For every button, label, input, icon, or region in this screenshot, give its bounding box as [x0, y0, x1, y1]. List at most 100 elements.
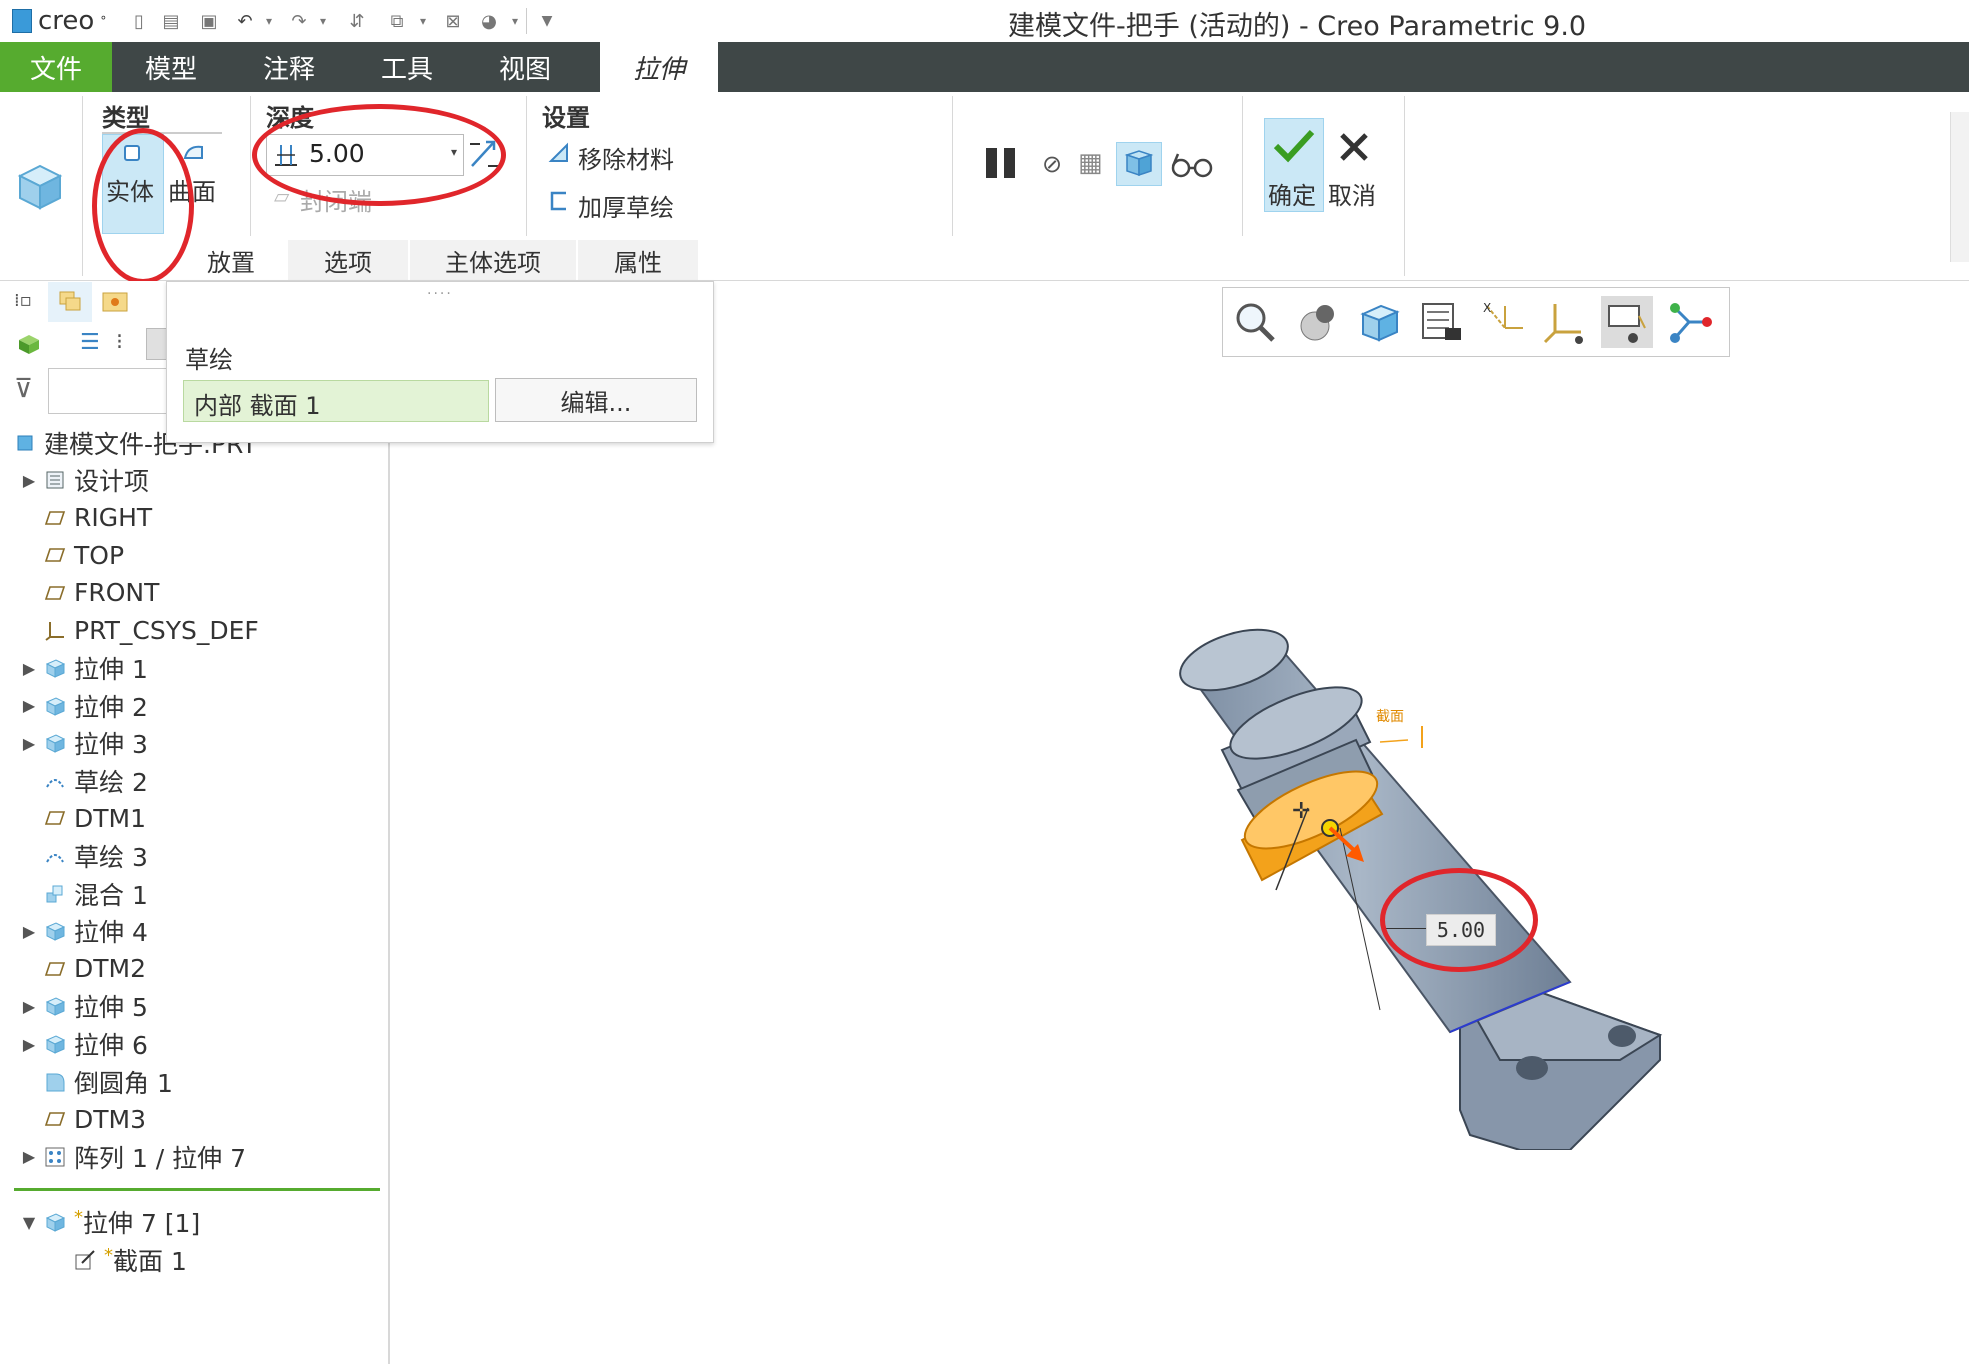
customize-toolbar-icon[interactable]: ▼ — [534, 8, 560, 34]
remove-material-icon[interactable] — [548, 142, 572, 168]
expand-icon[interactable]: ▶ — [20, 1147, 38, 1166]
attached-preview-icon[interactable]: ▦ — [1078, 148, 1103, 178]
pause-icon[interactable] — [984, 146, 1018, 180]
redo-icon[interactable]: ↷ — [286, 8, 312, 34]
edit-button[interactable]: 编辑... — [495, 378, 697, 422]
tree-item[interactable]: PRT_CSYS_DEF — [20, 611, 259, 649]
new-file-icon[interactable]: ▯ — [126, 8, 152, 34]
csys-display-icon[interactable] — [1539, 296, 1591, 348]
redo-dropdown-icon[interactable]: ▾ — [310, 8, 336, 34]
tree-item[interactable]: TOP — [20, 536, 124, 574]
expand-icon[interactable]: ▶ — [20, 1035, 38, 1054]
tree-item[interactable]: 草绘 3 — [20, 837, 148, 875]
layer-tree-tab[interactable] — [48, 282, 92, 322]
tree-item-label: DTM2 — [74, 954, 146, 984]
tree-item[interactable]: ▶ 设计项 — [20, 461, 149, 499]
blend-icon — [44, 883, 66, 905]
expand-icon[interactable]: ▶ — [20, 922, 38, 941]
tree-item[interactable]: 草绘 2 — [20, 762, 148, 800]
datum-display-icon[interactable]: X — [1477, 296, 1529, 348]
expand-icon[interactable]: ▶ — [20, 659, 38, 678]
tree-item[interactable]: ▶ 阵列 1 / 拉伸 7 — [20, 1138, 246, 1176]
regenerate-icon[interactable]: ⇵ — [344, 8, 370, 34]
subtab-body-options[interactable]: 主体选项 — [410, 240, 577, 280]
model-cube-icon[interactable] — [16, 332, 42, 360]
tab-extrude[interactable]: 拉伸 — [600, 42, 718, 92]
thicken-sketch-label[interactable]: 加厚草绘 — [578, 188, 674, 223]
close-window-icon[interactable]: ⊠ — [440, 8, 466, 34]
feature-preview-button[interactable] — [1116, 142, 1162, 186]
undo-icon[interactable]: ↶ — [232, 8, 258, 34]
refit-zoom-icon[interactable] — [1229, 296, 1281, 348]
cancel-label[interactable]: 取消 — [1328, 176, 1376, 211]
tree-item[interactable]: ▶ 拉伸 3 — [20, 724, 148, 762]
tree-item-label: 阵列 1 / 拉伸 7 — [74, 1143, 247, 1173]
annotation-display-icon[interactable] — [1601, 296, 1653, 348]
folder-browser-icon[interactable] — [100, 286, 130, 320]
tree-item[interactable]: 混合 1 — [20, 875, 148, 913]
handle-model[interactable]: ✛ — [1150, 590, 1670, 1154]
extrude-icon — [44, 1211, 66, 1233]
collapse-icon[interactable]: ▼ — [20, 1213, 38, 1232]
expand-icon[interactable]: ▶ — [20, 734, 38, 753]
tree-item-label: 混合 1 — [74, 880, 148, 910]
verify-glasses-icon[interactable] — [1170, 150, 1214, 184]
tree-item[interactable]: ▶ 拉伸 6 — [20, 1025, 148, 1063]
tree-item-active-feature[interactable]: ▼ * 拉伸 7 [1] — [20, 1203, 200, 1241]
extrude-icon — [44, 695, 66, 717]
remove-material-label[interactable]: 移除材料 — [578, 140, 674, 175]
insert-here-marker[interactable] — [14, 1188, 380, 1191]
no-preview-icon[interactable]: ⊘ — [1042, 150, 1062, 178]
spin-center-icon[interactable] — [1663, 296, 1715, 348]
saved-orientations-icon[interactable] — [1291, 296, 1343, 348]
subtab-placement[interactable]: 放置 — [176, 240, 287, 280]
extrude-icon — [44, 732, 66, 754]
tab-file[interactable]: 文件 — [0, 42, 112, 92]
ribbon-overflow-panel[interactable] — [1950, 112, 1969, 262]
appearance-icon[interactable]: ◕ — [476, 8, 502, 34]
tab-annotate[interactable]: 注释 — [230, 42, 348, 92]
open-file-icon[interactable]: ▤ — [158, 8, 184, 34]
tree-item[interactable]: DTM2 — [20, 950, 146, 988]
windows-icon[interactable]: ⧉ — [384, 8, 410, 34]
view-manager-icon[interactable] — [1415, 296, 1467, 348]
tree-item-label: FRONT — [74, 578, 160, 608]
subtab-properties[interactable]: 属性 — [578, 240, 699, 280]
tree-item-section[interactable]: * 截面 1 — [74, 1241, 187, 1279]
part-icon — [14, 432, 36, 454]
appearance-dropdown-icon[interactable]: ▾ — [502, 8, 528, 34]
tree-item[interactable]: ▶ 拉伸 5 — [20, 987, 148, 1025]
tree-columns-icon[interactable]: ⁝ — [116, 330, 123, 355]
tree-search-input[interactable] — [48, 368, 180, 414]
expand-icon[interactable]: ▶ — [20, 471, 38, 490]
tree-item[interactable]: ▶ 拉伸 4 — [20, 912, 148, 950]
creo-logo-text: creo — [38, 6, 95, 36]
tab-model[interactable]: 模型 — [112, 42, 230, 92]
cancel-x-icon[interactable] — [1336, 130, 1372, 168]
tree-item[interactable]: DTM1 — [20, 799, 146, 837]
tree-item-label: DTM3 — [74, 1104, 146, 1134]
save-icon[interactable]: ▣ — [196, 8, 222, 34]
sketch-collector[interactable]: 内部 截面 1 — [183, 380, 489, 422]
thicken-sketch-icon[interactable] — [548, 190, 572, 216]
undo-dropdown-icon[interactable]: ▾ — [256, 8, 282, 34]
expand-icon[interactable]: ▶ — [20, 997, 38, 1016]
tree-item[interactable]: FRONT — [20, 574, 159, 612]
creo-logo: creo ° — [12, 6, 106, 36]
windows-dropdown-icon[interactable]: ▾ — [410, 8, 436, 34]
tree-item[interactable]: RIGHT — [20, 499, 152, 537]
display-style-icon[interactable] — [1353, 296, 1405, 348]
tab-tools[interactable]: 工具 — [348, 42, 466, 92]
panel-grip[interactable]: ···· — [427, 286, 453, 302]
ribbon-divider — [1242, 96, 1243, 236]
model-tree-tab-icon[interactable]: ⁞▫ — [14, 290, 32, 311]
tree-list-icon[interactable]: ☰ — [80, 330, 100, 355]
tab-view[interactable]: 视图 — [466, 42, 584, 92]
subtab-options[interactable]: 选项 — [288, 240, 409, 280]
tree-item[interactable]: ▶ 拉伸 1 — [20, 649, 148, 687]
filter-icon[interactable]: ⊽ — [14, 374, 33, 404]
expand-icon[interactable]: ▶ — [20, 696, 38, 715]
tree-item[interactable]: DTM3 — [20, 1100, 146, 1138]
tree-item[interactable]: 倒圆角 1 — [20, 1063, 173, 1101]
tree-item[interactable]: ▶ 拉伸 2 — [20, 687, 148, 725]
